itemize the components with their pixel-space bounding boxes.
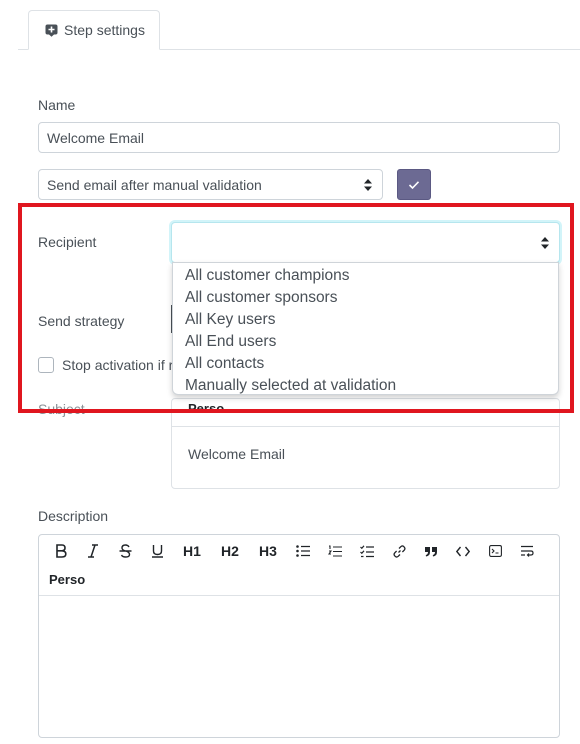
heading-2-button[interactable]: H2 — [216, 539, 244, 563]
ordered-list-icon — [328, 544, 342, 558]
stop-activation-checkbox[interactable] — [38, 357, 54, 373]
name-input-value: Welcome Email — [47, 129, 144, 146]
bold-icon — [55, 544, 67, 558]
strikethrough-button[interactable] — [111, 539, 139, 563]
tab-label: Step settings — [64, 22, 145, 38]
bold-button[interactable] — [47, 539, 75, 563]
recipient-option[interactable]: All contacts — [173, 353, 558, 375]
description-editor[interactable]: H1 H2 H3 Perso — [38, 534, 560, 738]
subject-label: Subject — [38, 401, 85, 417]
heading-3-button[interactable]: H3 — [254, 539, 282, 563]
code-icon — [456, 546, 470, 557]
select-arrows-icon — [364, 178, 372, 191]
subject-perso-button[interactable]: Perso — [188, 401, 224, 416]
subject-divider — [172, 426, 559, 427]
name-label: Name — [38, 97, 76, 113]
blockquote-icon — [424, 546, 438, 557]
terminal-icon — [488, 545, 502, 557]
code-button[interactable] — [449, 539, 477, 563]
tab-step-settings[interactable]: Step settings — [28, 10, 160, 50]
recipient-dropdown: All customer champions All customer spon… — [172, 262, 559, 395]
underline-button[interactable] — [143, 539, 171, 563]
heading-1-button[interactable]: H1 — [178, 539, 206, 563]
name-input[interactable]: Welcome Email — [38, 122, 560, 153]
recipient-option[interactable]: Manually selected at validation — [173, 375, 558, 397]
bullet-list-button[interactable] — [289, 539, 317, 563]
underline-icon — [151, 544, 164, 558]
text-wrap-icon — [520, 545, 534, 557]
stop-activation-label: Stop activation if r — [62, 357, 174, 373]
confirm-button[interactable] — [397, 169, 431, 200]
send-strategy-label: Send strategy — [38, 313, 125, 329]
link-button[interactable] — [385, 539, 413, 563]
recipient-option[interactable]: All Key users — [173, 309, 558, 331]
strikethrough-icon — [119, 544, 132, 558]
recipient-option[interactable]: All customer sponsors — [173, 287, 558, 309]
recipient-option[interactable]: All customer champions — [173, 265, 558, 287]
ordered-list-button[interactable] — [321, 539, 349, 563]
trigger-select-value: Send email after manual validation — [47, 176, 262, 193]
recipient-label: Recipient — [38, 234, 97, 250]
trigger-select[interactable]: Send email after manual validation — [38, 169, 383, 200]
plus-square-icon — [45, 24, 58, 37]
recipient-select[interactable] — [171, 222, 560, 263]
subject-value[interactable]: Welcome Email — [188, 446, 285, 462]
checklist-button[interactable] — [353, 539, 381, 563]
text-wrap-button[interactable] — [513, 539, 541, 563]
italic-icon — [87, 544, 99, 558]
description-label: Description — [38, 508, 109, 524]
check-icon — [408, 180, 420, 190]
subject-editor[interactable] — [171, 398, 560, 489]
bullet-list-icon — [296, 545, 310, 557]
perso-button[interactable]: Perso — [49, 567, 99, 591]
checklist-icon — [360, 544, 374, 558]
blockquote-button[interactable] — [417, 539, 445, 563]
recipient-option[interactable]: All End users — [173, 331, 558, 353]
italic-button[interactable] — [79, 539, 107, 563]
link-icon — [392, 544, 406, 558]
code-block-button[interactable] — [481, 539, 509, 563]
editor-divider — [39, 595, 559, 596]
select-arrows-icon — [541, 236, 549, 249]
